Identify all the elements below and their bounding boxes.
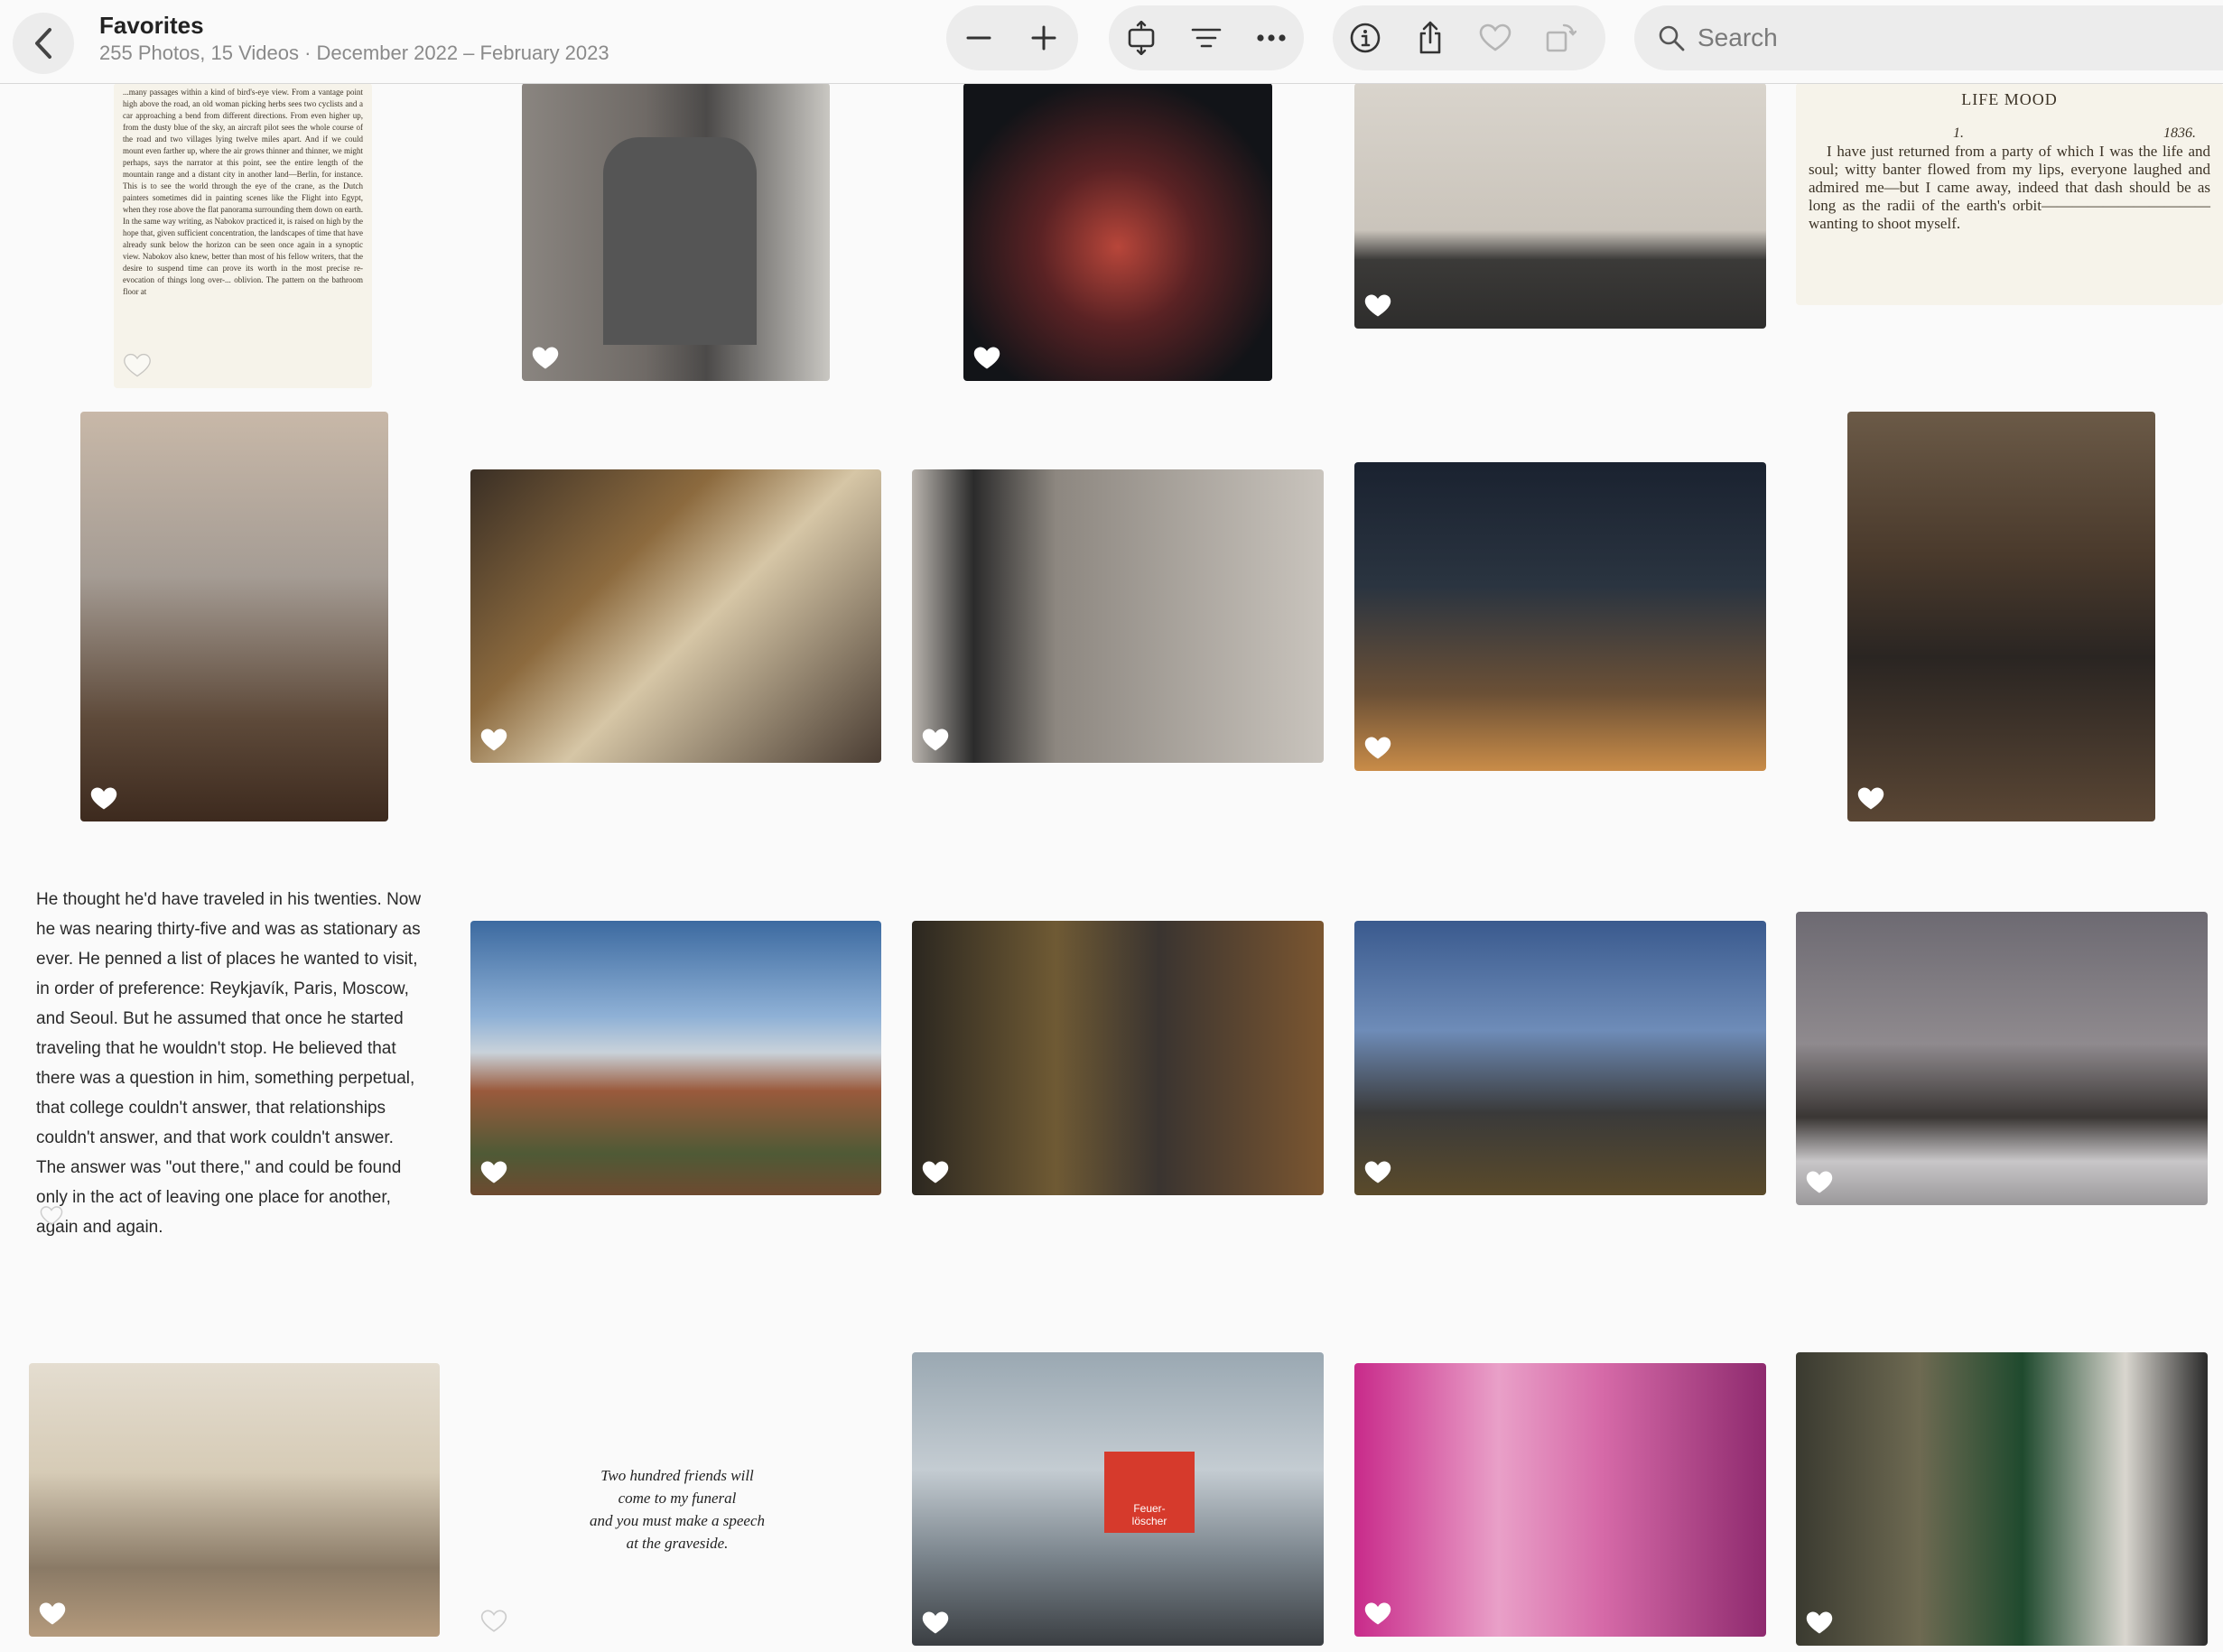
chevron-left-icon (35, 28, 51, 59)
photo-man-on-sofa[interactable] (29, 1363, 440, 1637)
view-controls (1109, 5, 1304, 70)
zoom-out-button[interactable] (946, 5, 1011, 70)
zoom-in-button[interactable] (1011, 5, 1076, 70)
favorite-heart-icon (922, 1611, 949, 1634)
album-subtitle: 255 Photos, 15 Videos · December 2022 – … (99, 42, 609, 64)
photo-life-mood-page[interactable]: LIFE MOOD 1. 1836. I have just returned … (1796, 83, 2223, 305)
photo-gun-case-table[interactable] (1847, 412, 2155, 821)
photo-person-on-couch[interactable] (1354, 83, 1766, 329)
favorite-heart-icon (1806, 1171, 1833, 1193)
photo-man-green-shirt[interactable] (1796, 1352, 2208, 1646)
photo-woman-rooftop-bar[interactable] (80, 412, 388, 821)
zoom-controls (946, 5, 1078, 70)
photo-book-page[interactable]: ...many passages within a kind of bird's… (114, 83, 372, 388)
back-button[interactable] (13, 13, 74, 74)
favorite-heart-icon (1364, 1602, 1391, 1625)
photo-snowy-park-trees[interactable] (1796, 912, 2208, 1205)
aspect-ratio-button[interactable] (1109, 5, 1174, 70)
extinguisher-sign: Feuer- löscher (1104, 1452, 1195, 1533)
item-actions (1333, 5, 1605, 70)
filter-icon (1191, 28, 1222, 48)
photo-mirror-selfie-hotel[interactable] (522, 83, 830, 381)
quote-text-tile[interactable]: He thought he'd have traveled in his twe… (36, 885, 424, 1242)
filter-button[interactable] (1174, 5, 1239, 70)
rotate-icon (1546, 23, 1577, 52)
rotate-button[interactable] (1528, 5, 1593, 70)
favorite-heart-icon (39, 1602, 66, 1625)
photo-backpack-selfie[interactable] (912, 469, 1324, 763)
favorite-heart-icon (922, 729, 949, 751)
photo-bartender-drink[interactable] (470, 469, 881, 763)
person-shape (603, 137, 757, 345)
aspect-ratio-icon (1128, 21, 1155, 55)
info-icon (1350, 23, 1381, 53)
photo-woman-in-scarf[interactable] (912, 921, 1324, 1195)
poem-line-3: and you must make a speech (589, 1512, 766, 1529)
life-mood-row: 1. 1836. (1809, 125, 2210, 143)
toolbar: Favorites 255 Photos, 15 Videos · Decemb… (0, 0, 2223, 84)
favorite-heart-icon (1857, 787, 1884, 810)
album-title: Favorites (99, 12, 204, 39)
heart-icon (1479, 23, 1511, 51)
favorite-heart-icon (1806, 1611, 1833, 1634)
favorite-heart-icon (480, 1161, 507, 1183)
search-field[interactable] (1634, 5, 2223, 70)
minus-icon (966, 36, 991, 40)
favorite-outline-heart-icon (480, 1610, 507, 1632)
favorite-button[interactable] (1463, 5, 1528, 70)
favorite-outline-heart-icon (40, 1206, 63, 1226)
share-icon (1419, 21, 1441, 54)
poem-line-4: at the graveside. (626, 1535, 729, 1552)
life-mood-number: 1. (1953, 125, 1964, 141)
sign-line-1: Feuer- (1133, 1502, 1166, 1515)
favorite-heart-icon (124, 353, 151, 377)
share-button[interactable] (1398, 5, 1463, 70)
poem-text-tile[interactable]: Two hundred friends will come to my fune… (506, 1464, 849, 1555)
photo-man-dinner-night[interactable] (1354, 462, 1766, 771)
poem-line-1: Two hundred friends will (600, 1467, 754, 1484)
search-icon (1659, 25, 1685, 51)
favorite-heart-icon (1364, 294, 1391, 317)
favorite-heart-icon (973, 347, 1000, 369)
photo-red-rock-landscape[interactable] (470, 921, 881, 1195)
life-mood-body: I have just returned from a party of whi… (1809, 143, 2210, 232)
favorite-heart-icon (922, 1161, 949, 1183)
book-page-text: ...many passages within a kind of bird's… (123, 88, 363, 296)
favorite-heart-icon (1364, 737, 1391, 759)
life-mood-year: 1836. (2163, 125, 2196, 141)
photo-woman-rooftop-night[interactable] (963, 83, 1272, 381)
poem-line-2: come to my funeral (618, 1490, 737, 1507)
favorite-heart-icon (532, 347, 559, 369)
title-block: Favorites 255 Photos, 15 Videos · Decemb… (99, 11, 609, 67)
favorite-heart-icon (480, 729, 507, 751)
plus-icon (1031, 25, 1056, 51)
photo-extinguisher-sign[interactable]: Feuer- löscher (912, 1352, 1324, 1646)
quote-text: He thought he'd have traveled in his twe… (36, 890, 422, 1237)
search-input[interactable] (1696, 23, 2187, 53)
more-button[interactable] (1239, 5, 1304, 70)
info-button[interactable] (1333, 5, 1398, 70)
life-mood-header: LIFE MOOD (1961, 90, 2058, 108)
photo-rollercoaster-dusk[interactable] (1354, 921, 1766, 1195)
photo-drink-pink-light[interactable] (1354, 1363, 1766, 1637)
favorite-heart-icon (90, 787, 117, 810)
favorite-heart-icon (1364, 1161, 1391, 1183)
ellipsis-icon (1257, 34, 1286, 42)
sign-line-2: löscher (1131, 1515, 1167, 1527)
